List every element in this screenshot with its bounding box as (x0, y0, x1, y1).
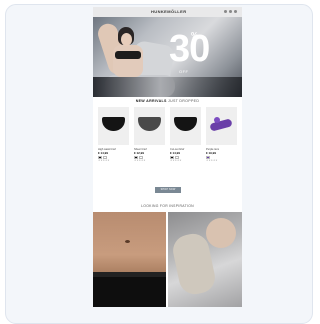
rating-stars: ★★★★★ (134, 159, 146, 163)
hero-discount-number: 30 (169, 28, 210, 70)
rating-stars: ★★★★★ (170, 159, 182, 163)
brand-logo[interactable]: HUNKEMÖLLER (151, 9, 186, 15)
brief-garment (138, 117, 161, 131)
brief-garment (102, 117, 125, 131)
product-image[interactable] (98, 107, 129, 145)
section-title-rest: JUST DROPPED (166, 99, 200, 103)
purple-product-detail (214, 117, 220, 123)
photo-waistband (93, 272, 166, 277)
inspiration-title: LOOKING FOR INSPIRATION (141, 204, 194, 208)
hero-percent-sign: % (191, 31, 199, 40)
hero-bra (115, 51, 141, 59)
rating-stars: ★★★★★ (98, 159, 110, 163)
product-price: € 12,99 (134, 151, 145, 156)
lifestyle-photo-right[interactable] (168, 212, 242, 307)
wishlist-icon[interactable] (229, 10, 232, 13)
photo-skin (206, 218, 236, 248)
product-image[interactable] (206, 107, 237, 145)
product-image[interactable] (170, 107, 201, 145)
section-title-main: NEW ARRIVALS (135, 99, 167, 103)
email-header: HUNKEMÖLLER (93, 7, 242, 17)
shop-now-button[interactable]: SHOP NOW (155, 187, 181, 193)
header-icons (224, 10, 237, 13)
account-icon[interactable] (224, 10, 227, 13)
product-card[interactable]: Purple item € 19,99 ★★★★★ (206, 107, 237, 179)
photo-detail (125, 240, 130, 243)
hero-body (113, 45, 143, 77)
hero-off-label: OFF (179, 69, 189, 74)
product-card[interactable]: Sheer brief € 12,99 ★★★★★ (134, 107, 165, 179)
product-price: € 19,99 (206, 151, 217, 156)
cart-icon[interactable] (234, 10, 237, 13)
product-grid: High waist brief € 14,99 ★★★★★ Sheer bri… (98, 107, 238, 179)
product-price: € 14,99 (98, 151, 109, 156)
purple-product (209, 118, 233, 132)
hero-face (121, 33, 132, 46)
product-card[interactable]: High waist brief € 14,99 ★★★★★ (98, 107, 129, 179)
email-preview[interactable]: HUNKEMÖLLER 30 % OFF NEW ARRIVALS JUST D… (93, 7, 242, 307)
brief-garment (174, 117, 197, 131)
hero-shadow (93, 77, 242, 97)
rating-stars: ★★★★★ (206, 159, 218, 163)
lifestyle-photo-left[interactable] (93, 212, 166, 307)
product-price: € 14,99 (170, 151, 181, 156)
hero-banner[interactable]: 30 % OFF (93, 17, 242, 97)
product-image[interactable] (134, 107, 165, 145)
section-title: NEW ARRIVALS JUST DROPPED (93, 99, 242, 104)
product-card[interactable]: Cut-out brief € 14,99 ★★★★★ (170, 107, 201, 179)
